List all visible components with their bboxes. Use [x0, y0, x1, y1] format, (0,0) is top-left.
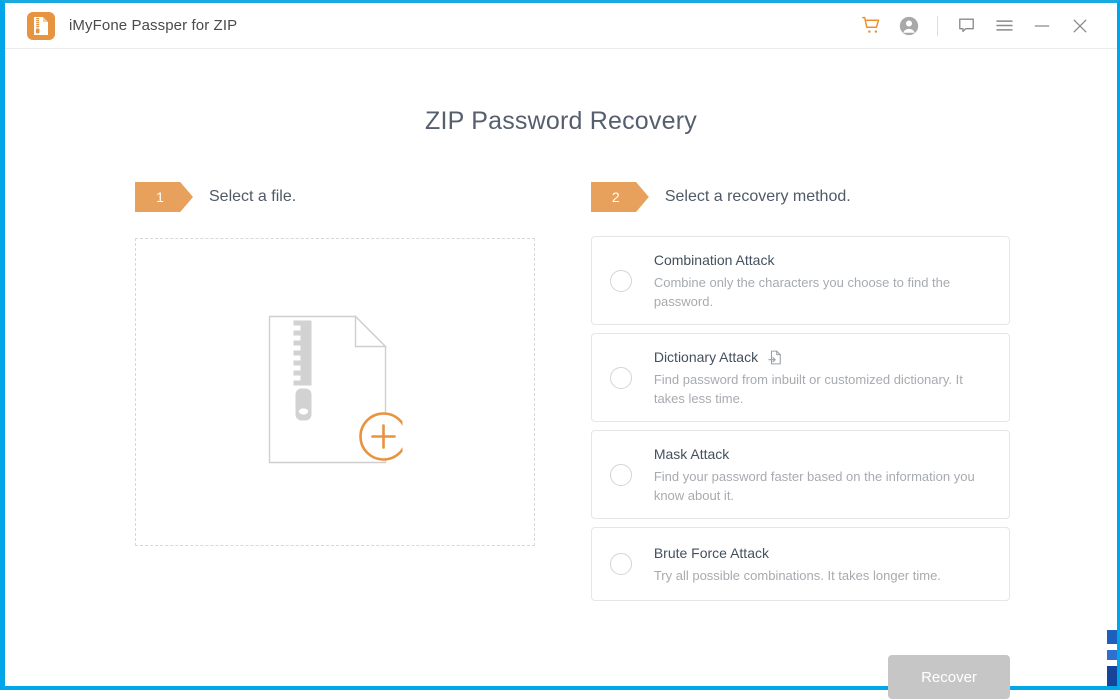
method-option-brute-force-attack[interactable]: Brute Force Attack Try all possible comb… — [590, 527, 1010, 601]
titlebar-divider — [937, 15, 938, 36]
app-window: iMyFone Passper for ZIP ZIP Password Rec… — [0, 0, 1120, 699]
method-description: Find password from inbuilt or customized… — [653, 372, 963, 406]
recovery-method-list: Combination Attack Combine only the char… — [590, 236, 1010, 601]
method-title: Mask Attack — [654, 444, 993, 464]
step-one-label: Select a file. — [209, 188, 297, 205]
method-text: Combination Attack Combine only the char… — [654, 250, 993, 311]
file-dropzone[interactable] — [135, 238, 535, 546]
close-button[interactable] — [1061, 4, 1099, 48]
radio-brute-force-attack[interactable] — [609, 553, 632, 575]
step-two-badge: 2 — [590, 182, 649, 212]
app-title: iMyFone Passper for ZIP — [69, 17, 238, 34]
method-title: Combination Attack — [654, 250, 993, 270]
method-title-label: Brute Force Attack — [653, 545, 769, 561]
import-dictionary-icon[interactable] — [768, 350, 782, 365]
method-description: Find your password faster based on the i… — [653, 469, 975, 503]
menu-icon[interactable] — [985, 4, 1023, 48]
method-option-combination-attack[interactable]: Combination Attack Combine only the char… — [590, 236, 1010, 325]
method-title: Dictionary Attack — [654, 347, 993, 367]
step-two-header: 2 Select a recovery method. — [590, 182, 1010, 212]
steps-container: 1 Select a file. 2 Select a recovery met… — [5, 182, 1117, 609]
step-one-badge: 1 — [135, 182, 193, 212]
method-description: Combine only the characters you choose t… — [653, 275, 951, 309]
method-title-label: Combination Attack — [653, 252, 775, 268]
step-two-column: 2 Select a recovery method. Combination … — [590, 182, 1010, 609]
recover-button[interactable]: Recover — [888, 655, 1010, 699]
method-text: Brute Force Attack Try all possible comb… — [654, 543, 993, 585]
page-title: ZIP Password Recovery — [425, 107, 697, 135]
minimize-button[interactable] — [1023, 4, 1061, 48]
feedback-icon[interactable] — [947, 4, 985, 48]
step-one-column: 1 Select a file. — [135, 182, 591, 609]
radio-dictionary-attack[interactable] — [609, 366, 632, 389]
method-text: Dictionary Attack Find password from inb… — [654, 347, 993, 408]
method-option-mask-attack[interactable]: Mask Attack Find your password faster ba… — [590, 430, 1010, 519]
footer-actions: Recover — [888, 655, 1010, 699]
zip-file-add-icon — [268, 314, 408, 470]
method-text: Mask Attack Find your password faster ba… — [654, 444, 993, 505]
method-description: Try all possible combinations. It takes … — [653, 568, 941, 583]
method-title-label: Dictionary Attack — [653, 349, 759, 365]
step-one-header: 1 Select a file. — [135, 182, 591, 212]
method-title-label: Mask Attack — [653, 446, 730, 462]
radio-combination-attack[interactable] — [609, 269, 632, 292]
corner-scrollbar-artifact — [1103, 630, 1117, 686]
app-icon — [27, 11, 55, 40]
radio-mask-attack[interactable] — [609, 463, 632, 486]
cart-icon[interactable] — [852, 4, 890, 48]
step-two-label: Select a recovery method. — [664, 188, 851, 205]
method-option-dictionary-attack[interactable]: Dictionary Attack Find password from inb… — [590, 333, 1010, 422]
title-bar-actions — [852, 3, 1117, 48]
method-title: Brute Force Attack — [654, 543, 993, 563]
account-icon[interactable] — [890, 4, 928, 48]
title-bar: iMyFone Passper for ZIP — [5, 3, 1117, 49]
main-content: ZIP Password Recovery 1 Select a file. 2… — [5, 49, 1117, 699]
